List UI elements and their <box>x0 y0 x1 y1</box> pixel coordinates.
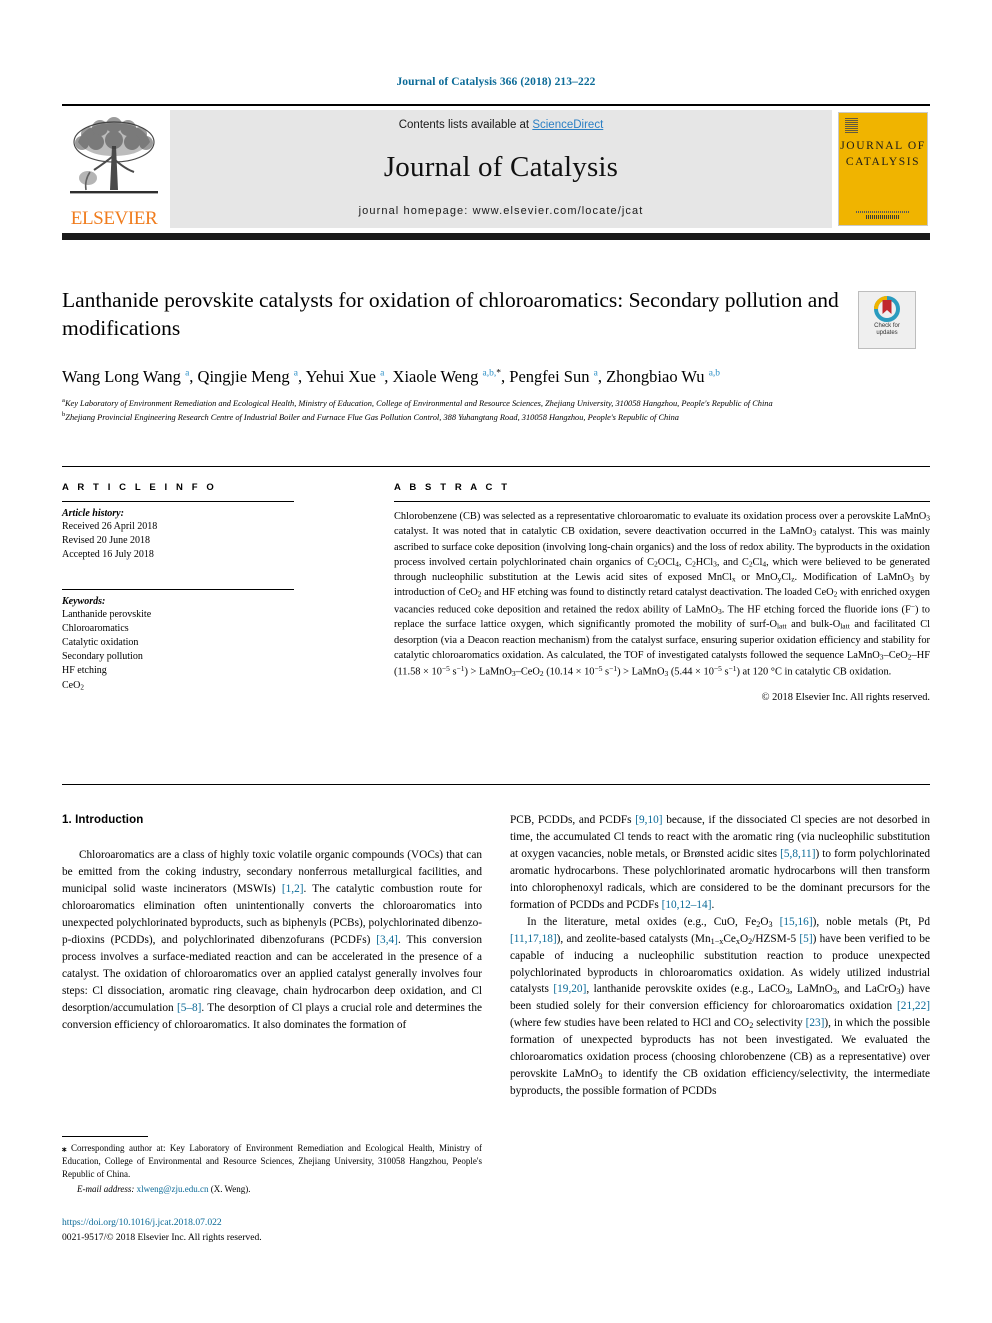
running-head: Journal of Catalysis 366 (2018) 213–222 <box>396 76 596 88</box>
keyword-item: CeO2 <box>62 679 84 692</box>
info-band-bottom-rule <box>62 784 930 785</box>
paragraph: Chloroaromatics are a class of highly to… <box>62 849 482 1031</box>
cover-title-line-2: CATALYSIS <box>845 155 921 168</box>
abstract-heading: A B S T R A C T <box>394 482 511 493</box>
cover-footer-mark <box>856 211 910 219</box>
section-heading-introduction: 1. Introduction <box>62 814 144 826</box>
keywords-label: Keywords: <box>62 595 106 607</box>
history-item: Received 26 April 2018 <box>62 521 158 532</box>
article-history-list: Received 26 April 2018 Revised 20 June 2… <box>62 520 294 563</box>
body-column-right: PCB, PCDDs, and PCDFs [9,10] because, if… <box>510 812 930 1100</box>
abstract-copyright: © 2018 Elsevier Inc. All rights reserved… <box>761 691 930 703</box>
abstract-rule <box>394 501 930 502</box>
keyword-item: Lanthanide perovskite <box>62 608 152 620</box>
history-item: Accepted 16 July 2018 <box>62 549 154 561</box>
info-band-top-rule <box>62 466 930 467</box>
journal-masthead: ELSEVIER Contents lists available at Sci… <box>62 104 930 230</box>
corresponding-author-footnote: ⁎ Corresponding author at: Key Laborator… <box>62 1142 482 1197</box>
elsevier-logo: ELSEVIER <box>62 110 166 228</box>
article-first-page: Journal of Catalysis 366 (2018) 213–222 <box>0 0 992 1323</box>
abstract-text: Chlorobenzene (CB) was selected as a rep… <box>394 511 931 679</box>
crossmark-badge[interactable]: Check for updates <box>858 291 916 349</box>
cover-elsevier-mark-icon <box>845 118 858 133</box>
doi-link[interactable]: https://doi.org/10.1016/j.jcat.2018.07.0… <box>62 1216 482 1231</box>
article-info-heading: A R T I C L E I N F O <box>62 482 217 493</box>
article-info-rule <box>62 501 294 502</box>
article-history-label: Article history: <box>62 508 124 519</box>
keyword-item: HF etching <box>62 665 107 677</box>
footer-block: https://doi.org/10.1016/j.jcat.2018.07.0… <box>62 1216 482 1246</box>
masthead-center-band: Contents lists available at ScienceDirec… <box>170 110 832 228</box>
history-item: Revised 20 June 2018 <box>62 535 151 547</box>
keywords-list: Lanthanide perovskite Chloroaromatics Ca… <box>62 608 294 693</box>
elsevier-wordmark: ELSEVIER <box>70 208 158 229</box>
body-column-left: 1. Introduction Chloroaromatics are a cl… <box>62 812 482 1034</box>
journal-title: Journal of Catalysis <box>383 150 619 183</box>
keywords-rule <box>62 588 294 590</box>
email-line: E-mail address: xlweng@zju.edu.cn (X. We… <box>62 1183 482 1196</box>
keywords-block: Keywords: Lanthanide perovskite Chloroar… <box>62 588 294 693</box>
keyword-item: Secondary pollution <box>62 651 143 663</box>
affiliation-b: bZhejiang Provincial Engineering Researc… <box>62 410 679 422</box>
keyword-item: Catalytic oxidation <box>62 636 139 648</box>
paragraph: PCB, PCDDs, and PCDFs [9,10] because, if… <box>510 814 930 911</box>
paragraph: In the literature, metal oxides (e.g., C… <box>510 915 930 1098</box>
journal-cover-thumbnail: JOURNAL OF CATALYSIS <box>838 110 930 228</box>
sciencedirect-link[interactable]: ScienceDirect <box>532 119 603 131</box>
masthead-bottom-rule <box>62 233 930 240</box>
author-list: Wang Long Wang a, Qingjie Meng a, Yehui … <box>62 367 721 386</box>
article-info-column: A R T I C L E I N F O Article history: R… <box>62 482 294 693</box>
issn-copyright: 0021-9517/© 2018 Elsevier Inc. All right… <box>62 1231 262 1243</box>
email-label: E-mail address: <box>77 1184 135 1195</box>
affiliations: aKey Laboratory of Environment Remediati… <box>62 396 930 424</box>
title-block: Lanthanide perovskite catalysts for oxid… <box>62 286 852 343</box>
cover-title-line-1: JOURNAL OF <box>840 140 926 152</box>
crossmark-line-2: updates <box>876 329 898 336</box>
contents-available-line: Contents lists available at ScienceDirec… <box>399 119 604 131</box>
email-link[interactable]: xlweng@zju.edu.cn <box>137 1184 209 1194</box>
elsevier-tree-icon <box>70 117 158 194</box>
keyword-item: Chloroaromatics <box>62 622 129 634</box>
abstract-column: A B S T R A C T Chlorobenzene (CB) was s… <box>394 482 930 703</box>
corresponding-author-note: ⁎ Corresponding author at: Key Laborator… <box>62 1143 482 1180</box>
affiliation-a: aKey Laboratory of Environment Remediati… <box>62 397 773 408</box>
crossmark-icon <box>874 296 900 322</box>
crossmark-line-1: Check for <box>874 323 900 329</box>
journal-homepage[interactable]: journal homepage: www.elsevier.com/locat… <box>359 205 644 217</box>
crossmark-label: Check for updates <box>874 323 900 337</box>
footnote-rule <box>62 1136 148 1137</box>
contents-prefix: Contents lists available at <box>398 119 533 131</box>
email-suffix: (X. Weng). <box>210 1184 251 1195</box>
page-title: Lanthanide perovskite catalysts for oxid… <box>62 288 839 341</box>
